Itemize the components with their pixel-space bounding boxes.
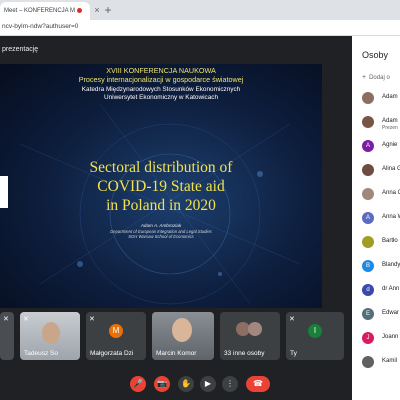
- tab-title: Meet – KONFERENCJA M: [4, 8, 76, 14]
- panel-title: Osoby: [362, 50, 389, 60]
- slide-title-line-3: in Poland in 2020: [106, 197, 216, 214]
- add-people-button[interactable]: + Dodaj o: [362, 74, 390, 81]
- participant-avatar: B: [362, 260, 374, 272]
- participant-name: Blandy: [382, 262, 400, 268]
- participant-avatar: [362, 116, 374, 128]
- url-text: ncv-bylm-ndw?authuser=0: [2, 23, 79, 30]
- hang-up-icon: ☎: [253, 379, 263, 388]
- presentation-banner: prezentację: [2, 46, 39, 53]
- participant-avatar: I: [308, 324, 322, 338]
- university-name: Uniwersytet Ekonomiczny w Katowicach: [103, 94, 218, 101]
- add-person-icon: +: [362, 74, 367, 81]
- participant-avatar: [362, 92, 374, 104]
- participant-list-item[interactable]: E Edwar: [362, 306, 400, 324]
- mic-off-icon: ✕: [289, 316, 295, 323]
- participant-list-item[interactable]: Anna G: [362, 186, 400, 204]
- participant-name: dr Ann: [382, 286, 400, 292]
- camera-off-icon: 📷: [157, 379, 167, 388]
- slide-title-line-2: COVID-19 State aid: [97, 178, 225, 195]
- participant-name: Tadeusz So: [24, 350, 58, 357]
- participant-avatar: d: [362, 284, 374, 296]
- participant-name: Anna W: [382, 214, 400, 220]
- participant-tile-self[interactable]: ✕ I Ty: [286, 312, 344, 360]
- participant-avatar: M: [109, 324, 123, 338]
- new-tab-icon[interactable]: +: [102, 3, 114, 17]
- participant-list-item[interactable]: B Blandy: [362, 258, 400, 276]
- participant-name: Adam: [382, 118, 398, 124]
- browser-tab-meet[interactable]: Meet – KONFERENCJA M: [0, 2, 90, 20]
- conference-title: XVIII KONFERENCJA NAUKOWA: [106, 66, 216, 75]
- participant-avatar: A: [362, 212, 374, 224]
- group-avatar: [248, 322, 262, 336]
- participant-tile[interactable]: ✕ M Małgorzata Dzi: [86, 312, 146, 360]
- participant-tile[interactable]: ✕ Tadeusz So: [20, 312, 80, 360]
- participant-list-item[interactable]: A Agnie: [362, 138, 400, 156]
- participant-avatar: A: [362, 140, 374, 152]
- participant-tile[interactable]: Marcin Komor: [152, 312, 214, 360]
- participant-list-item[interactable]: J Joann: [362, 330, 400, 348]
- conference-subtitle: Procesy internacjonalizacji w gospodarce…: [78, 75, 244, 84]
- participant-name: Kamil: [382, 358, 398, 364]
- more-options-button[interactable]: ⋮: [222, 376, 238, 392]
- participant-name: Edwar: [382, 310, 400, 316]
- participant-avatar: [362, 164, 374, 176]
- camera-toggle-button[interactable]: 📷: [154, 376, 170, 392]
- participant-face: [42, 322, 60, 344]
- participant-name: Marcin Komor: [156, 350, 197, 357]
- mic-off-icon: 🎤: [133, 379, 143, 388]
- participant-list-item[interactable]: Bartło: [362, 234, 400, 252]
- mic-off-icon: ✕: [89, 316, 95, 323]
- hand-icon: ✋: [181, 379, 191, 388]
- address-bar[interactable]: ncv-bylm-ndw?authuser=0: [0, 20, 400, 36]
- participant-name: Ty: [290, 350, 297, 357]
- participant-name: 33 inne osoby: [224, 350, 265, 357]
- people-panel: Osoby + Dodaj o Adam Adam Prezen A Agnie Alina…: [352, 36, 400, 400]
- participant-avatar: [362, 188, 374, 200]
- participant-avatar: [362, 356, 374, 368]
- present-button[interactable]: ▶: [200, 376, 216, 392]
- present-icon: ▶: [204, 379, 212, 388]
- more-vert-icon: ⋮: [226, 379, 234, 388]
- browser-tab-strip: Meet – KONFERENCJA M × +: [0, 0, 400, 20]
- mic-off-icon: ✕: [3, 316, 9, 323]
- participant-avatar: J: [362, 332, 374, 344]
- participant-tile-group[interactable]: 33 inne osoby: [220, 312, 280, 360]
- participant-avatar: E: [362, 308, 374, 320]
- participant-list-item[interactable]: A Anna W: [362, 210, 400, 228]
- participant-name: Alina G: [382, 166, 400, 172]
- mic-toggle-button[interactable]: 🎤: [130, 376, 146, 392]
- recording-dot-icon: [77, 7, 83, 13]
- participant-role: Prezen: [382, 125, 398, 131]
- department-name: Katedra Międzynarodowych Stosunków Ekono…: [81, 86, 241, 93]
- leave-call-button[interactable]: ☎: [246, 376, 270, 392]
- tab-close-icon[interactable]: ×: [92, 3, 102, 17]
- participant-list-item[interactable]: Alina G: [362, 162, 400, 180]
- participant-name: Joann: [382, 334, 399, 340]
- slide-author: Adam A. Ambroziak: [140, 223, 182, 228]
- participant-name: Anna G: [382, 190, 400, 196]
- shared-slide: XVIII KONFERENCJA NAUKOWA Procesy intern…: [0, 64, 322, 308]
- raise-hand-button[interactable]: ✋: [178, 376, 194, 392]
- participant-face: [172, 318, 192, 342]
- participant-name: Małgorzata Dzi: [90, 350, 134, 357]
- participant-name: Adam: [382, 94, 398, 100]
- participant-avatar: [362, 236, 374, 248]
- participant-name: Bartło: [382, 238, 398, 244]
- participant-list-item[interactable]: Kamil: [362, 354, 400, 372]
- slide-title-line-1: Sectoral distribution of: [89, 159, 233, 176]
- participant-list-item[interactable]: Adam: [362, 90, 400, 108]
- add-people-label: Dodaj o: [369, 75, 390, 81]
- participant-tile[interactable]: ✕: [0, 312, 14, 360]
- participant-list-item[interactable]: Adam Prezen: [362, 114, 400, 132]
- participant-name: Agnie: [382, 142, 398, 148]
- participant-list-item[interactable]: d dr Ann: [362, 282, 400, 300]
- mic-off-icon: ✕: [23, 316, 29, 323]
- slide-affiliation-2: SGH Warsaw School of Economics: [128, 234, 194, 239]
